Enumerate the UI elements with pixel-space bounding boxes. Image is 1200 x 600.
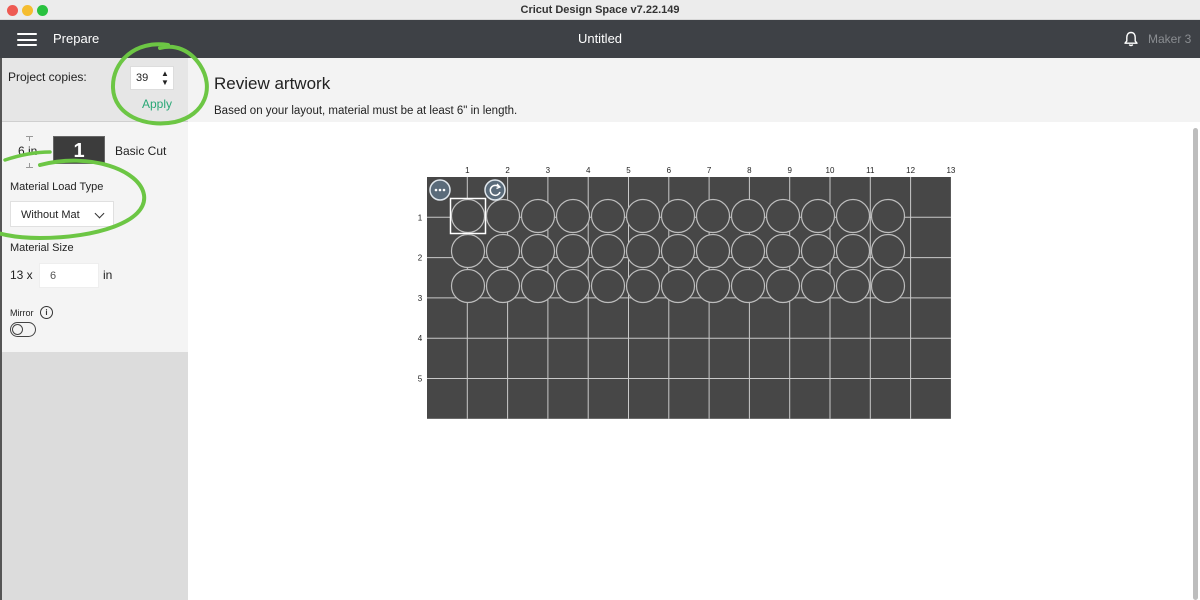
column-label: 3 — [546, 166, 551, 175]
cut-shape-circle[interactable] — [765, 268, 801, 304]
row-label: 5 — [418, 375, 423, 384]
cut-shape-circle[interactable] — [870, 233, 906, 269]
cut-shape-circle[interactable] — [695, 198, 731, 234]
cut-shape-circle[interactable] — [660, 268, 696, 304]
cut-shape-circle[interactable] — [485, 233, 521, 269]
cut-shape-circle[interactable] — [625, 233, 661, 269]
cut-shape-circle[interactable] — [590, 268, 626, 304]
cut-shape-circle[interactable] — [870, 198, 906, 234]
more-options-dot — [442, 188, 446, 192]
row-label: 4 — [418, 334, 423, 343]
cut-shape-circle[interactable] — [730, 233, 766, 269]
cut-shape-circle[interactable] — [485, 198, 521, 234]
cut-shape-circle[interactable] — [730, 198, 766, 234]
cut-shape-circle[interactable] — [800, 198, 836, 234]
column-label: 2 — [505, 166, 510, 175]
cut-shape-circle[interactable] — [520, 268, 556, 304]
cut-shape-circle[interactable] — [590, 198, 626, 234]
more-options-dot — [434, 188, 438, 192]
cut-shape-circle[interactable] — [660, 233, 696, 269]
column-label: 1 — [465, 166, 470, 175]
mat-preview: 1 2 3 4 5 6 7 8 9 10 11 12 1312345 — [418, 166, 956, 419]
cut-shape-circle[interactable] — [625, 198, 661, 234]
column-label: 12 — [906, 166, 915, 175]
cut-shape-circle[interactable] — [485, 268, 521, 304]
cut-shape-circle[interactable] — [695, 268, 731, 304]
column-label: 6 — [667, 166, 672, 175]
cut-shape-circle[interactable] — [800, 233, 836, 269]
more-options-dot — [438, 188, 442, 192]
row-label: 1 — [418, 213, 423, 222]
cut-shape-circle[interactable] — [590, 233, 626, 269]
cut-shape-circle[interactable] — [450, 233, 486, 269]
column-label: 11 — [866, 166, 875, 175]
cut-shape-circle[interactable] — [835, 198, 871, 234]
cut-shape-circle[interactable] — [555, 268, 591, 304]
column-label: 7 — [707, 166, 712, 175]
cut-shape-circle[interactable] — [555, 198, 591, 234]
cut-shape-circle[interactable] — [800, 268, 836, 304]
cut-shape-circle[interactable] — [450, 198, 486, 234]
column-label: 4 — [586, 166, 591, 175]
column-label: 9 — [787, 166, 792, 175]
cut-shape-circle[interactable] — [555, 233, 591, 269]
column-label: 5 — [626, 166, 631, 175]
column-label: 10 — [826, 166, 835, 175]
cut-shape-circle[interactable] — [765, 233, 801, 269]
row-label: 2 — [418, 254, 423, 263]
cut-shape-circle[interactable] — [695, 233, 731, 269]
cut-shape-circle[interactable] — [730, 268, 766, 304]
cut-shape-circle[interactable] — [520, 198, 556, 234]
cut-shape-circle[interactable] — [765, 198, 801, 234]
cut-shape-circle[interactable] — [660, 198, 696, 234]
column-label: 13 — [946, 166, 955, 175]
rotate-icon[interactable] — [484, 179, 506, 201]
cut-shape-circle[interactable] — [520, 233, 556, 269]
cut-shape-circle[interactable] — [835, 233, 871, 269]
row-label: 3 — [418, 294, 423, 303]
cut-shape-circle[interactable] — [835, 268, 871, 304]
cut-shape-circle[interactable] — [625, 268, 661, 304]
cut-shape-circle[interactable] — [450, 268, 486, 304]
cut-shape-circle[interactable] — [870, 268, 906, 304]
column-label: 8 — [747, 166, 752, 175]
